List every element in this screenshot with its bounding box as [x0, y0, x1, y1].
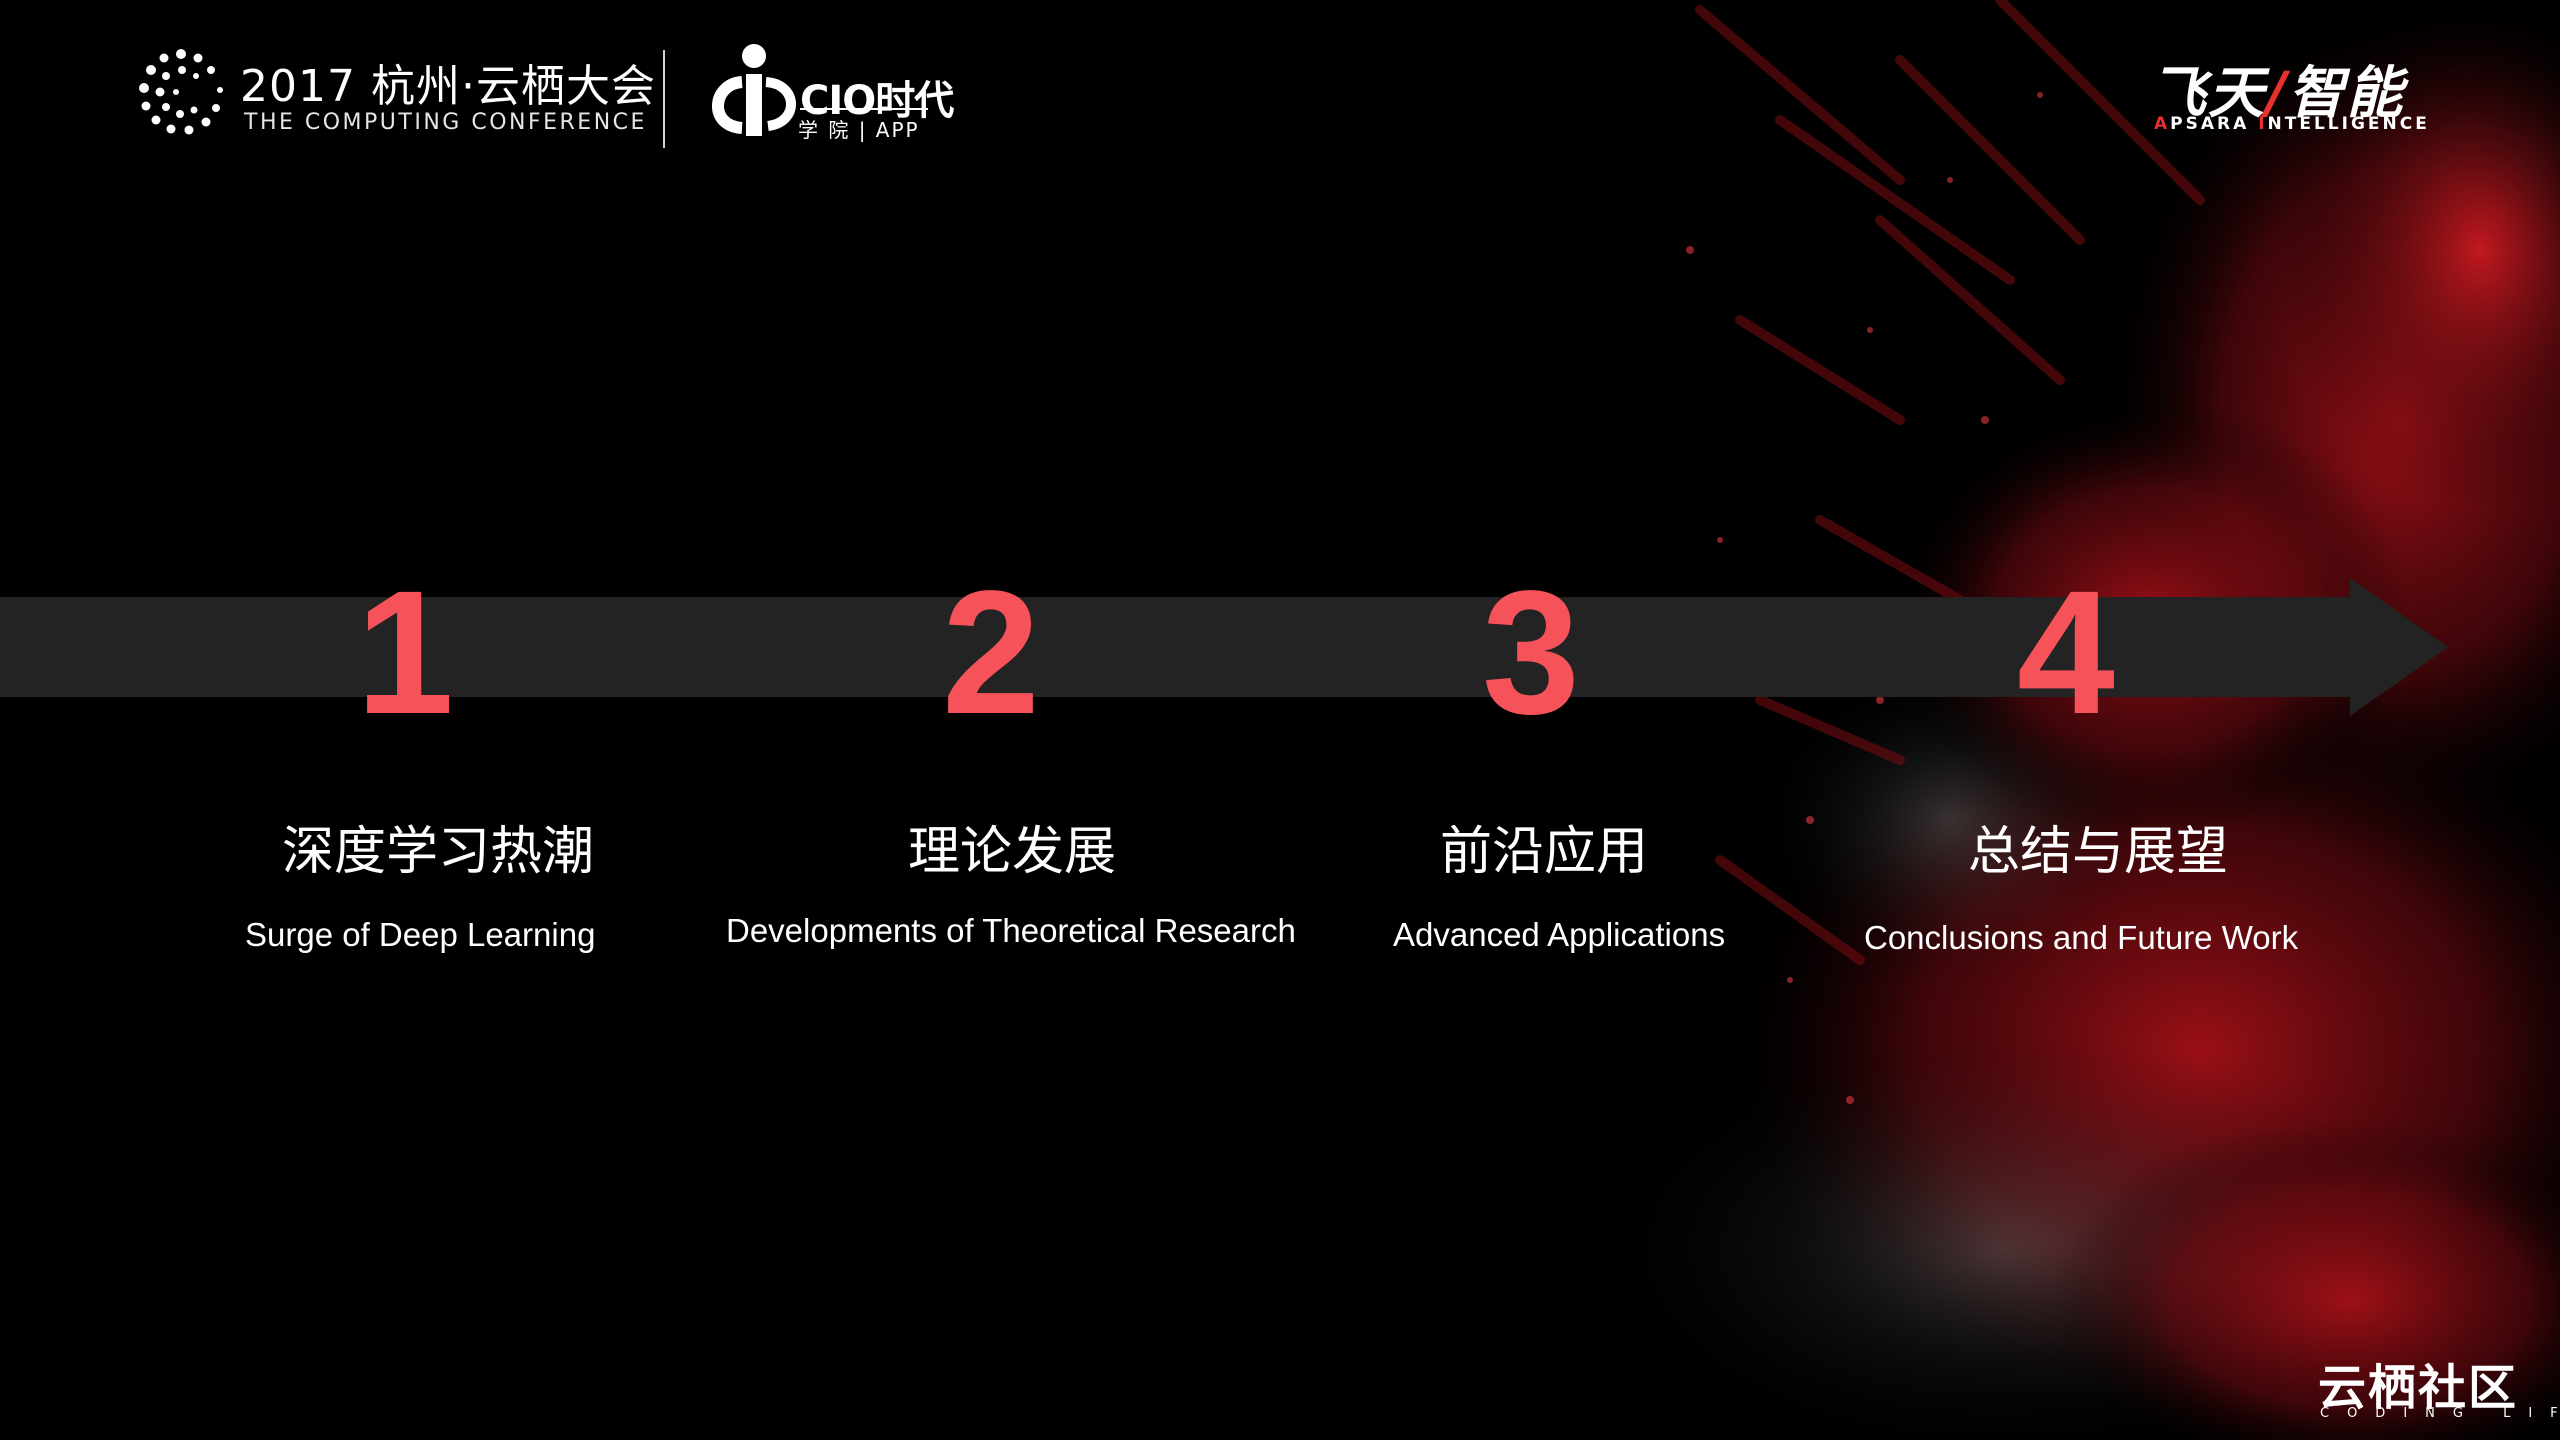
- step-2-number: 2: [942, 555, 1040, 751]
- apsara-subtitle: APSARA INTELLIGENCE: [2154, 114, 2430, 134]
- step-3-number: 3: [1482, 555, 1580, 751]
- apsara-sub-a: A: [2154, 114, 2171, 134]
- step-2-title-cn: 理论发展: [908, 822, 1117, 882]
- cio-subtitle: 学 院 | APP: [798, 118, 920, 142]
- computing-conference-logo-icon: [139, 49, 223, 135]
- apsara-sub-d: NTELLIGENCE: [2267, 114, 2430, 134]
- step-3-title-en: Advanced Applications: [1393, 916, 1726, 953]
- timeline-arrowhead-icon: [2350, 578, 2448, 716]
- apsara-sub-b: PSARA: [2170, 114, 2259, 134]
- step-4-title-cn: 总结与展望: [1968, 822, 2229, 882]
- cio-logo-icon: [712, 44, 796, 136]
- timeline-bar: [0, 597, 2360, 697]
- step-3-title-cn: 前沿应用: [1440, 822, 1649, 882]
- step-1-number: 1: [356, 555, 454, 751]
- conference-title: 2017 杭州·云栖大会: [240, 61, 656, 112]
- yunqi-community-subtitle: CODING LIFE: [2320, 1406, 2560, 1421]
- slide: 2017 杭州·云栖大会 THE COMPUTING CONFERENCE CI…: [0, 0, 2560, 1440]
- step-2-title-en: Developments of Theoretical Research: [726, 912, 1296, 949]
- conference-subtitle: THE COMPUTING CONFERENCE: [244, 110, 647, 135]
- step-1-title-cn: 深度学习热潮: [282, 822, 595, 882]
- apsara-sub-c: I: [2258, 114, 2268, 134]
- step-1-title-en: Surge of Deep Learning: [245, 916, 596, 953]
- step-4-number: 4: [2017, 555, 2115, 751]
- cio-underline: [800, 108, 928, 110]
- step-4-title-en: Conclusions and Future Work: [1864, 919, 2299, 956]
- header-divider: [663, 50, 665, 148]
